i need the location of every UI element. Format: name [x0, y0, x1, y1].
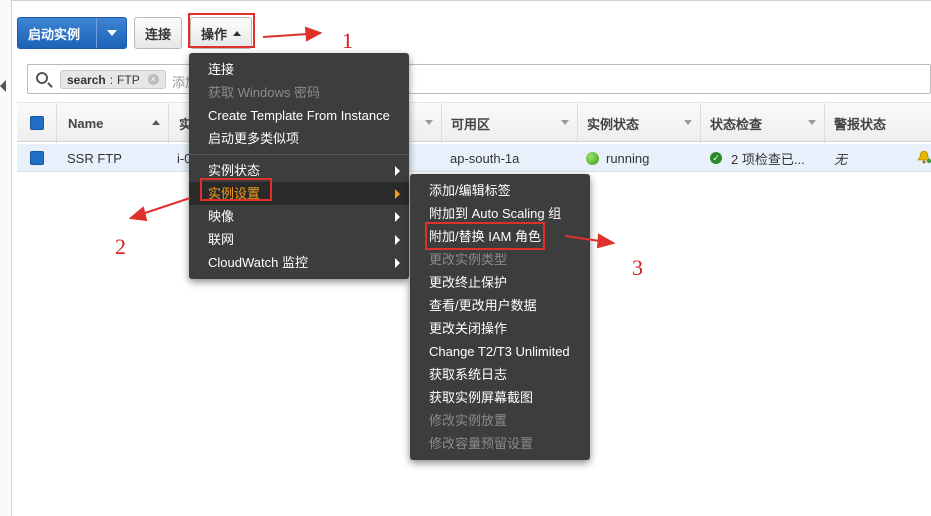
annotation-number-2: 2: [115, 234, 126, 259]
arrow-3-head: [596, 233, 616, 249]
ec2-console: 启动实例 连接 操作 search : FTP × 添加 Name 实 可用区 …: [0, 0, 931, 516]
annotation-arrows: [128, 26, 616, 249]
annotation-number-1: 1: [342, 28, 353, 53]
arrow-1-line: [262, 33, 309, 38]
arrow-2-head: [128, 206, 148, 222]
annotation-number-3: 3: [632, 255, 643, 280]
arrow-3-line: [564, 235, 601, 242]
arrow-2-line: [141, 197, 191, 215]
arrow-1-head: [304, 26, 323, 42]
